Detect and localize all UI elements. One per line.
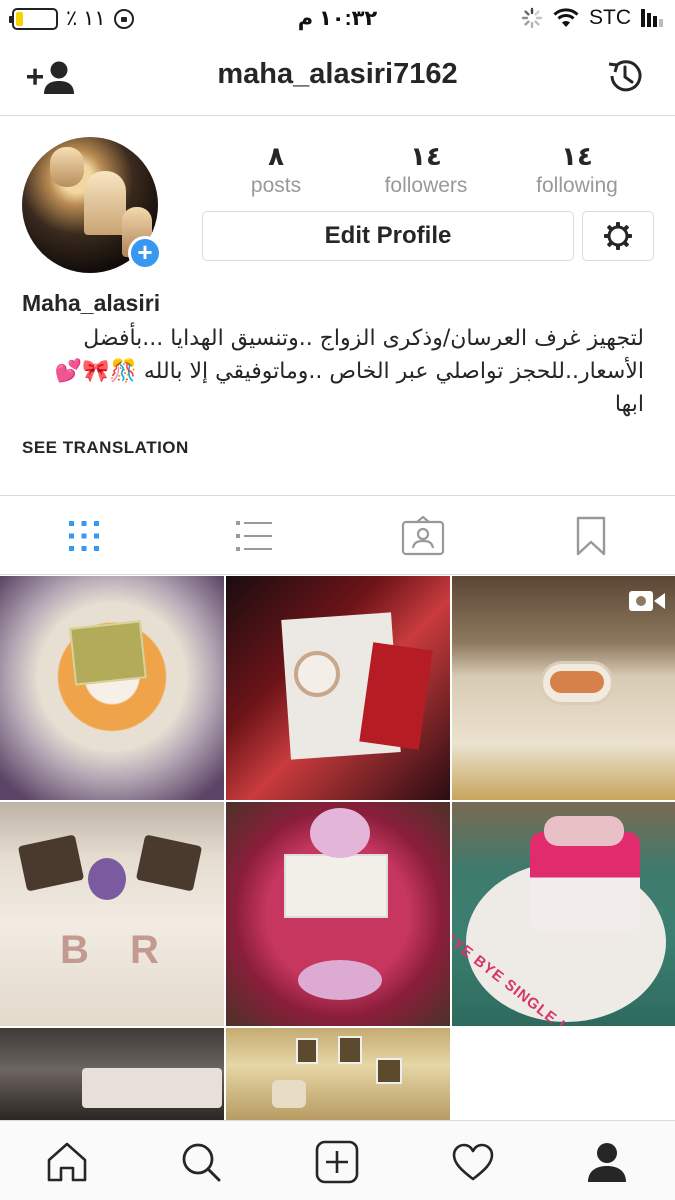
living-room-photo[interactable] (0, 1028, 224, 1121)
bio-line: لتجهيز غرف العرسان/وذكرى الزواج ..وتنسيق… (83, 326, 644, 351)
add-story-plus-icon[interactable]: + (128, 236, 162, 270)
profile-icon[interactable] (584, 1139, 630, 1185)
see-translation-link[interactable]: SEE TRANSLATION (22, 438, 189, 458)
gear-icon (604, 222, 632, 250)
settings-button[interactable] (582, 211, 654, 261)
profile-bio: لتجهيز غرف العرسان/وذكرى الزواج ..وتنسيق… (20, 322, 644, 421)
saved-icon[interactable] (569, 514, 613, 558)
photo-grid: B R BYE BYE SINGLE LIFE (0, 576, 675, 1121)
watch-gift-photo[interactable] (226, 576, 450, 800)
cake-photo[interactable]: BYE BYE SINGLE LIFE (452, 802, 675, 1026)
video-icon (629, 591, 665, 611)
home-icon[interactable] (44, 1139, 90, 1185)
bottom-navigation (0, 1120, 675, 1200)
signal-icon (641, 9, 663, 27)
bio-line: الأسعار..للحجز تواصلي عبر الخاص ..وماتوف… (54, 359, 644, 384)
following-stat[interactable]: ١٤ following (502, 140, 652, 198)
followers-stat[interactable]: ١٤ followers (351, 140, 501, 198)
posts-stat[interactable]: ٨ posts (201, 140, 351, 198)
posts-count: ٨ (268, 141, 284, 171)
rose-box-photo[interactable] (226, 802, 450, 1026)
wifi-icon (553, 8, 579, 27)
followers-count: ١٤ (410, 141, 442, 171)
bed-initials-photo[interactable]: B R (0, 802, 224, 1026)
bed-decoration-video[interactable] (452, 576, 675, 800)
list-view-icon[interactable] (232, 514, 276, 558)
grid-view-icon[interactable] (62, 514, 106, 558)
following-label: following (536, 174, 618, 197)
followers-label: followers (384, 174, 468, 197)
profile-full-name: Maha_alasiri (22, 290, 161, 316)
loading-spinner-icon (521, 7, 543, 29)
activity-icon[interactable] (450, 1139, 496, 1185)
status-bar: ٪ ١١ ١٠:٣٢ م STC (0, 0, 675, 40)
profile-username: maha_alasiri7162 (217, 58, 458, 90)
following-count: ١٤ (561, 141, 593, 171)
history-icon[interactable] (605, 56, 645, 96)
new-post-icon[interactable] (314, 1139, 360, 1185)
edit-profile-button[interactable]: Edit Profile (202, 211, 574, 261)
status-right: STC (521, 6, 663, 30)
carrier-name: STC (589, 6, 631, 29)
hotel-room-photo[interactable] (226, 1028, 450, 1121)
profile-header: maha_alasiri7162 (0, 40, 675, 116)
bio-line: ابها (614, 392, 644, 417)
posts-label: posts (250, 174, 302, 197)
roses-gift-box-photo[interactable] (0, 576, 224, 800)
search-icon[interactable] (178, 1139, 224, 1185)
tagged-photos-icon[interactable] (401, 514, 445, 558)
profile-tabs (0, 495, 675, 575)
